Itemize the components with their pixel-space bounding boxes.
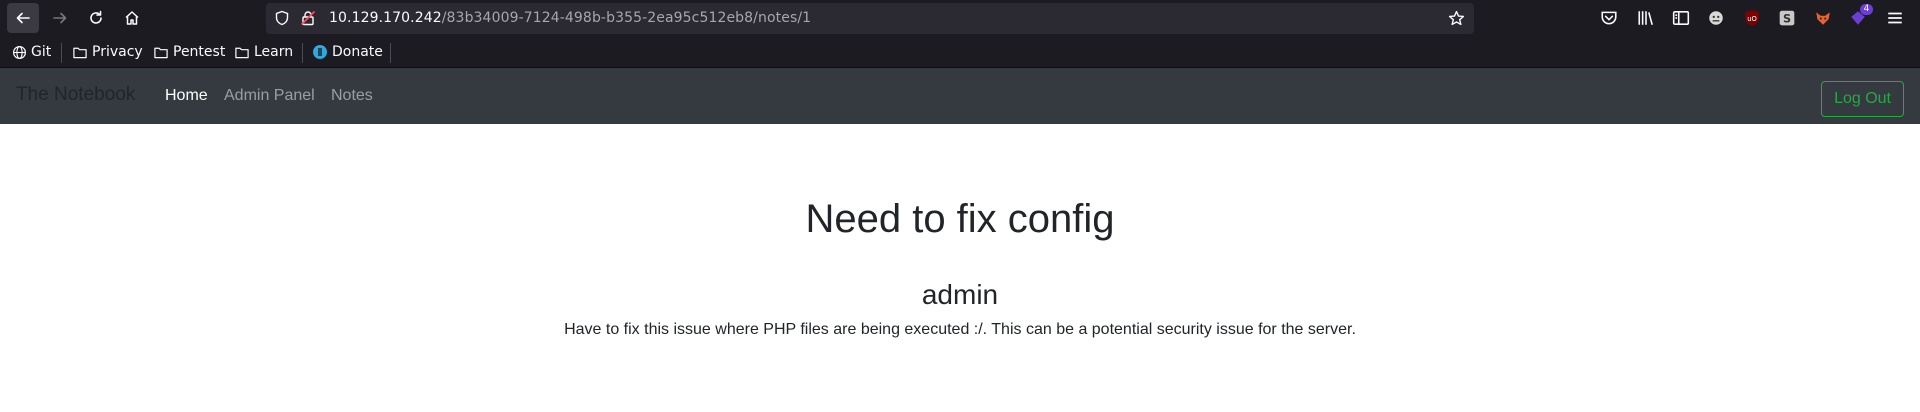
bookmarks-bar: Git Privacy Pentest Learn Donate xyxy=(0,37,1920,68)
bookmark-separator xyxy=(390,43,391,63)
library-icon[interactable] xyxy=(1637,9,1655,27)
reload-button[interactable] xyxy=(80,3,112,33)
folder-icon xyxy=(154,47,168,58)
home-button[interactable] xyxy=(116,3,148,33)
home-icon xyxy=(125,11,139,25)
browser-toolbar: 10.129.170.242/83b34009-7124-498b-b355-2… xyxy=(0,0,1920,37)
extension-badge: 4 xyxy=(1860,4,1873,15)
arrow-left-icon xyxy=(16,12,30,24)
url-host: 10.129.170.242 xyxy=(329,10,442,26)
arrow-right-icon xyxy=(53,12,67,24)
logout-button[interactable]: Log Out xyxy=(1821,81,1904,117)
nav-link-notes[interactable]: Notes xyxy=(331,87,373,105)
note-title: Need to fix config xyxy=(805,197,1115,241)
menu-icon[interactable] xyxy=(1886,9,1904,27)
bookmark-donate[interactable]: Donate xyxy=(312,44,383,60)
navbar-brand[interactable]: The Notebook xyxy=(16,84,135,106)
bookmark-label: Git xyxy=(31,44,52,60)
forward-button[interactable] xyxy=(44,3,76,33)
bookmark-pentest[interactable]: Pentest xyxy=(153,44,225,60)
note-body: Have to fix this issue where PHP files a… xyxy=(564,321,1356,338)
back-button[interactable] xyxy=(7,3,39,33)
reload-icon xyxy=(90,10,102,24)
bookmark-separator xyxy=(302,43,303,63)
folder-icon xyxy=(73,47,87,58)
bookmark-separator xyxy=(61,43,62,63)
donate-icon xyxy=(313,45,327,59)
bookmark-label: Learn xyxy=(254,44,294,60)
site-navbar: The Notebook Home Admin Panel Notes Log … xyxy=(0,68,1920,124)
shield-icon[interactable] xyxy=(274,10,290,26)
sidebar-icon[interactable] xyxy=(1672,9,1690,27)
url-path: /83b34009-7124-498b-b355-2ea95c512eb8/no… xyxy=(441,10,812,26)
svg-text:uO: uO xyxy=(1747,15,1757,23)
url-text[interactable]: 10.129.170.242/83b34009-7124-498b-b355-2… xyxy=(329,10,811,26)
insecure-lock-icon[interactable] xyxy=(300,10,316,26)
folder-icon xyxy=(235,47,249,58)
bookmark-label: Pentest xyxy=(173,44,226,60)
bookmark-label: Privacy xyxy=(92,44,143,60)
globe-icon xyxy=(12,45,27,59)
star-icon[interactable] xyxy=(1448,10,1465,27)
extension-s-icon[interactable]: S xyxy=(1778,9,1796,27)
url-bar[interactable]: 10.129.170.242/83b34009-7124-498b-b355-2… xyxy=(266,3,1474,34)
foxyproxy-icon[interactable] xyxy=(1814,9,1832,27)
svg-text:S: S xyxy=(1783,13,1791,26)
bookmark-learn[interactable]: Learn xyxy=(234,44,293,60)
nav-link-admin-panel[interactable]: Admin Panel xyxy=(224,87,315,105)
pocket-icon[interactable] xyxy=(1600,9,1618,27)
nav-link-home[interactable]: Home xyxy=(165,87,208,105)
ublock-icon[interactable]: uO xyxy=(1743,9,1761,27)
bookmark-git[interactable]: Git xyxy=(12,44,51,60)
extension-monkey-icon[interactable] xyxy=(1707,9,1725,27)
bookmark-label: Donate xyxy=(332,44,383,60)
bookmark-privacy[interactable]: Privacy xyxy=(72,44,143,60)
note-author: admin xyxy=(921,279,999,310)
